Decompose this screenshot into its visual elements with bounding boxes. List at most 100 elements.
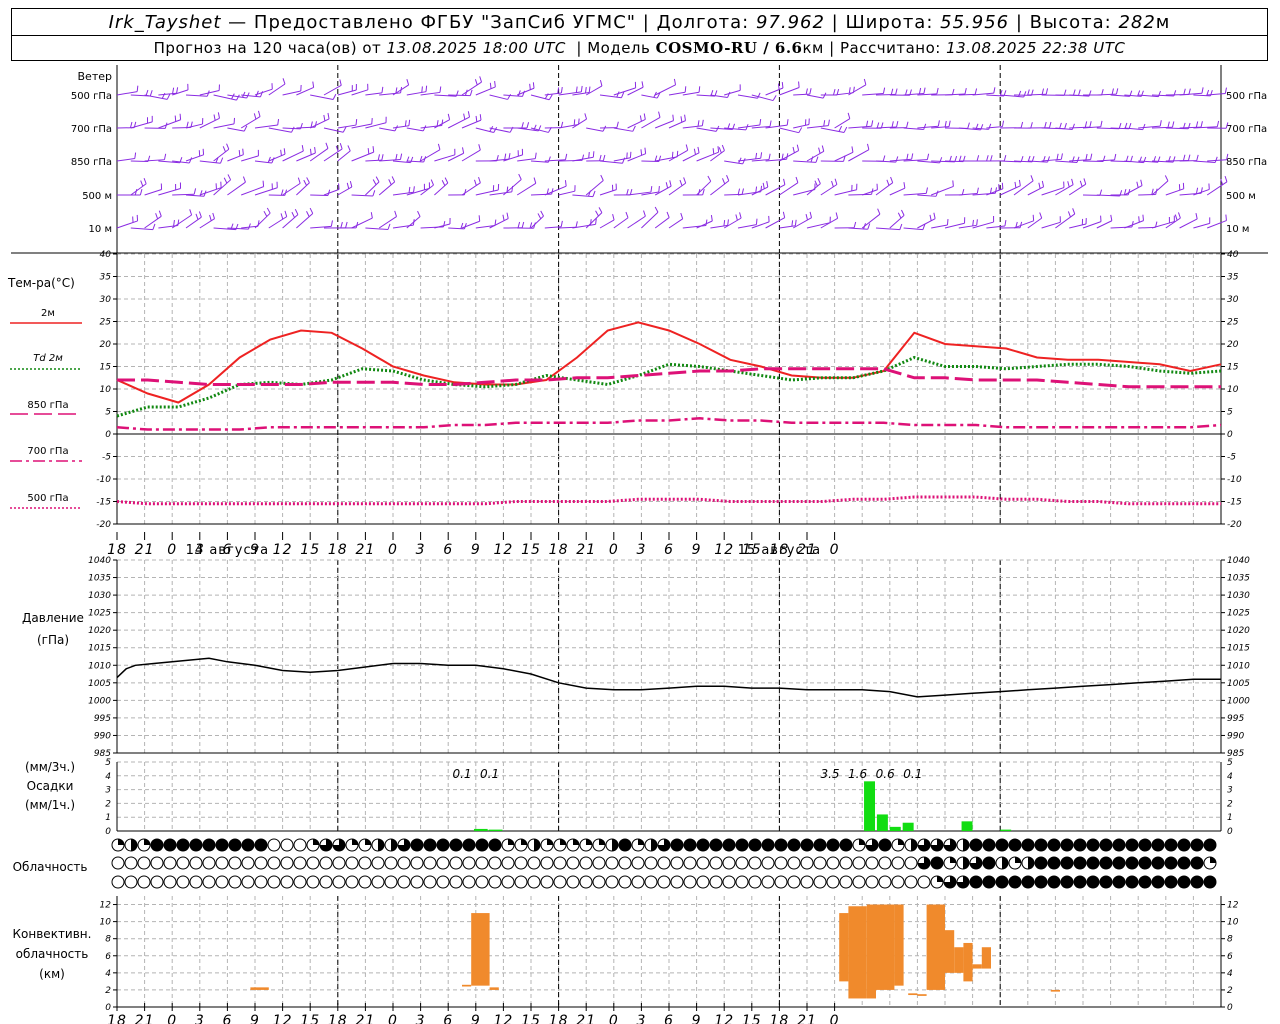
wind-barb-flag [413,186,415,193]
wind-barb-flag [522,90,525,97]
wind-barb-flag [772,95,777,101]
wind-barb [158,188,181,196]
cloud-circle [332,856,346,870]
wind-barb-flag [851,146,854,153]
wind-barb-flag [238,150,241,157]
wind-barb-flag [777,83,780,90]
cloud-fill [1048,857,1060,869]
wind-barb-flag [791,220,794,227]
cloud-circle [306,856,320,870]
cloud-circle [189,875,203,889]
cloud-fill [1178,876,1190,888]
y-tick-label: 40 [100,250,112,260]
wind-barb-flag [280,149,282,156]
cloud-fill [911,839,917,851]
wind-barb-flag [946,218,949,226]
cloudiness-panel [111,838,1217,889]
hour-tick-label: 18 [107,1013,127,1024]
wind-barb-flag [1195,187,1199,194]
wind-barb-flag [865,120,869,127]
hour-tick-label: 0 [609,1013,619,1024]
wind-barb-flag [769,120,772,127]
wind-barb-flag [372,190,376,197]
hour-tick-label: 0 [388,542,398,558]
pressure-line [116,657,1221,698]
cloud-circle [813,875,827,889]
wind-barb-flag [901,209,905,216]
y-tick-label: 1020 [1227,626,1250,636]
wind-barb-flag [895,156,899,163]
cloud-circle [605,875,619,889]
wind-barb-flag [972,219,974,226]
wind-barb-flag [518,173,522,180]
wind-barb [185,94,208,97]
wind-barb [585,85,603,96]
wind-barb-flag [297,177,301,184]
wind-barb [613,127,633,132]
hour-tick-label: 3 [636,1013,646,1024]
cloud-circle [163,875,177,889]
wind-barb-flag [882,87,886,94]
wind-barb [144,189,162,196]
wind-barb-flag [1167,121,1170,128]
cloud-fill [1204,839,1216,851]
cloud-circle [644,856,658,870]
y-tick-label: 995 [94,714,111,724]
wind-barb-flag [1020,121,1024,128]
wind-level-label: 500 м [82,191,112,202]
cloud-fill [684,839,696,851]
cloud-circle [280,875,294,889]
cloud-circle [761,875,775,889]
wind-barb-flag [502,214,505,221]
wind-barb [240,116,261,129]
y-tick-label: 4 [105,772,111,782]
wind-barb-flag [976,155,980,162]
cloud-fill [671,839,683,851]
hour-tick-label: 21 [576,1013,596,1024]
cloud-fill [411,839,423,851]
cloud-circle [800,856,814,870]
wind-barb-flag [786,119,789,126]
cloud-circle [566,856,580,870]
cloud-circle [683,875,697,889]
wind-barb-flag [759,119,762,126]
cloud-fill [534,839,540,851]
y-tick-label: 15 [100,363,112,373]
cloud-circle [904,856,918,870]
wind-barb-flag [600,174,604,181]
wind-barb-flag [408,186,411,193]
wind-barb-flag [993,87,996,94]
wind-barb-flag [1023,91,1027,98]
y-tick-label: 40 [1227,250,1239,260]
cloud-fill [1139,876,1151,888]
wind-barb-flag [149,90,153,97]
cloud-circle [553,875,567,889]
wind-barb [461,220,480,229]
wind-barb [1207,93,1226,96]
cloud-circle [202,856,216,870]
wind-barb-flag [988,123,992,130]
wind-barb-flag [391,176,396,183]
wind-barb-flag [212,212,215,219]
cloud-circle [176,856,190,870]
wind-barb-flag [155,213,159,220]
wind-barb-flag [377,154,380,161]
cloud-fill [963,839,969,851]
cloud-fill [255,839,267,851]
wind-barb-flag [478,176,481,183]
y-tick-label: 1040 [1227,556,1250,566]
wind-barb-flag [526,122,530,129]
wind-barb [378,216,397,229]
wind-barb [461,149,481,162]
cloud-fill [131,839,137,851]
cloud-fill [203,839,215,851]
y-tick-label: 1015 [1227,644,1250,654]
hour-tick-label: 12 [493,1013,513,1024]
wind-barb-flag [742,158,746,165]
hour-tick-label: 12 [273,1013,293,1024]
wind-barb-flag [1171,121,1175,128]
hour-tick-label: 0 [830,542,840,558]
wind-barb-flag [404,120,407,127]
wind-barb [489,191,512,196]
wind-barb-flag [284,210,288,217]
